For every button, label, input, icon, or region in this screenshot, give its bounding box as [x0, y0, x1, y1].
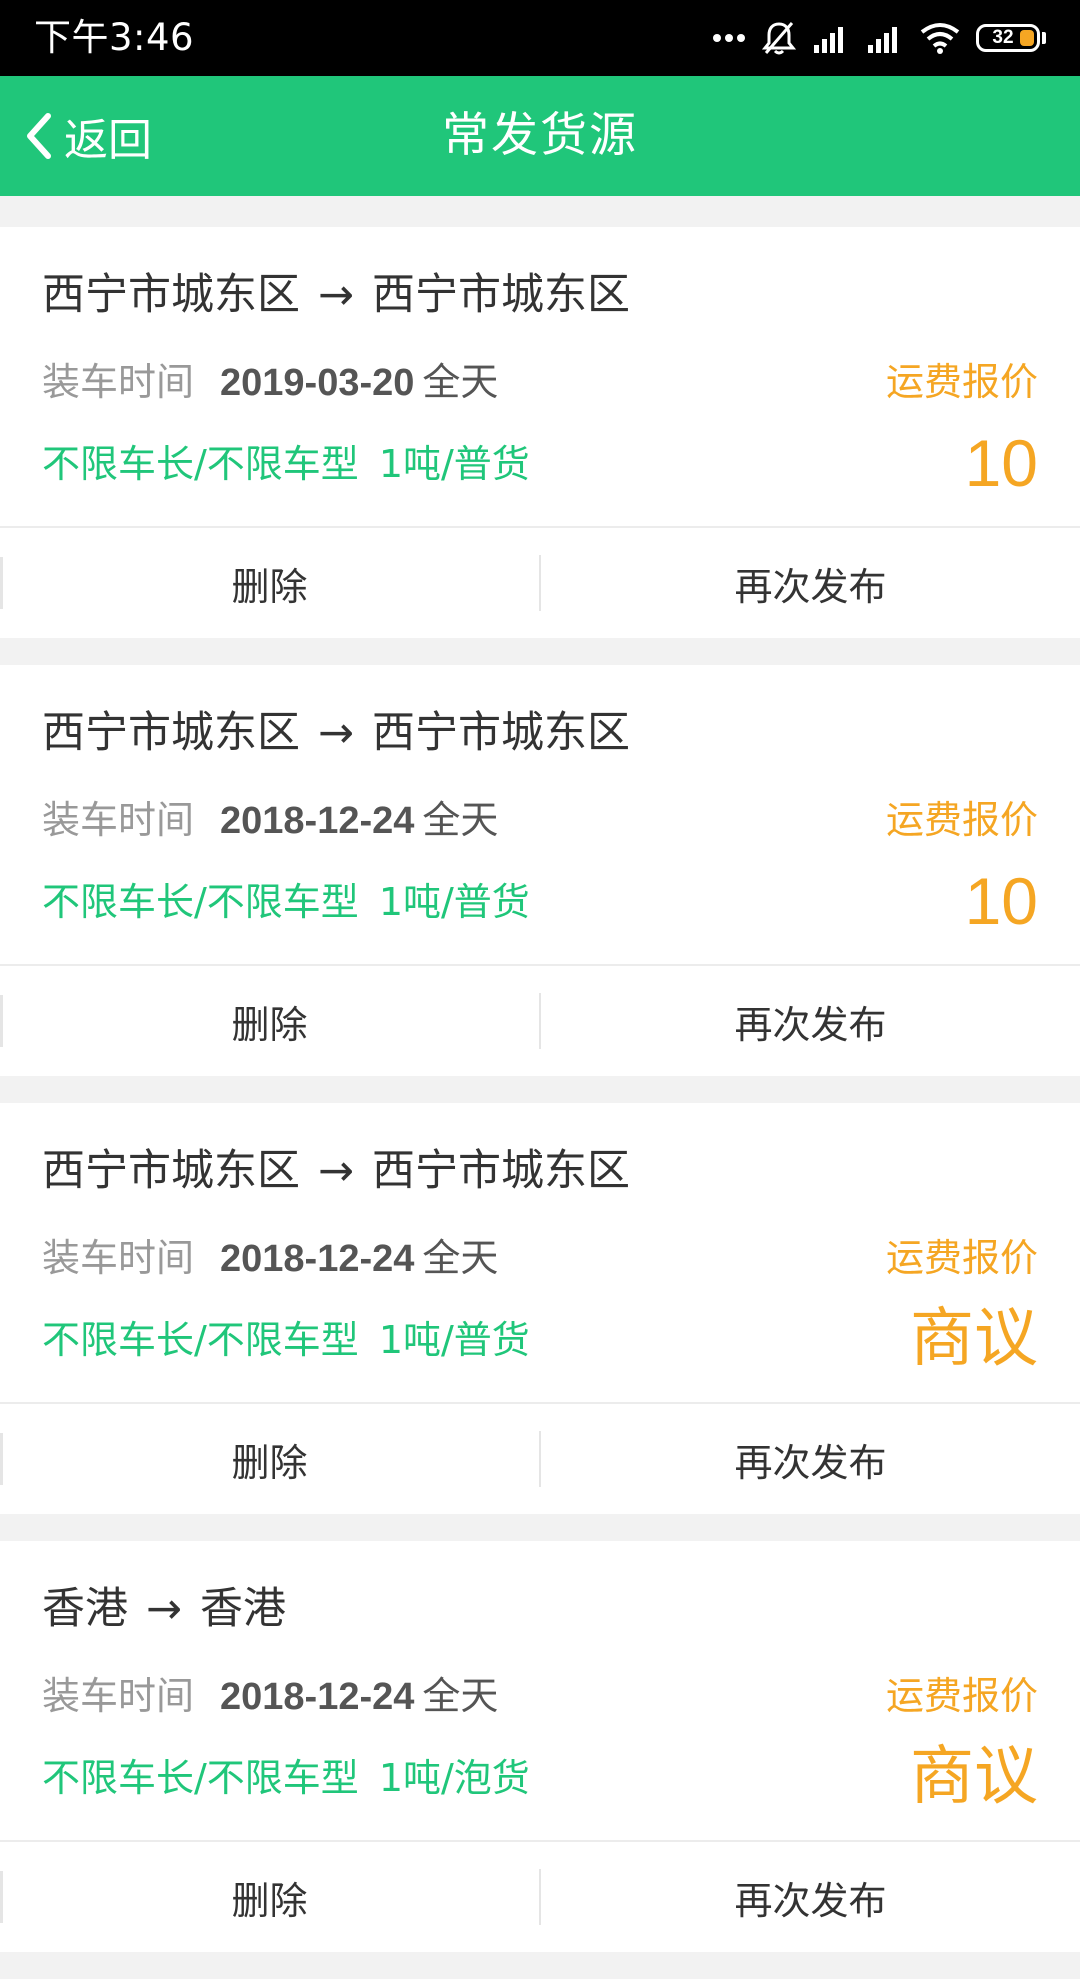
load-date: 2019-03-20 [220, 362, 415, 404]
load-period: 全天 [422, 1236, 499, 1280]
route-from: 香港 [42, 1584, 128, 1634]
cargo-card[interactable]: 香港 → 香港 装车时间 2018-12-24 全天 不限车长/不限车型 1吨/泡货 运费… [0, 1541, 1080, 1952]
battery-icon: 32 [976, 24, 1040, 52]
load-time-row: 装车时间 2018-12-24 全天 [42, 1671, 498, 1722]
route-to: 香港 [200, 1584, 287, 1634]
arrow-right-icon: → [318, 270, 355, 320]
republish-button[interactable]: 再次发布 [541, 1842, 1080, 1952]
route-to: 西宁市城东区 [372, 270, 631, 320]
price-label: 运费报价 [885, 1674, 1038, 1718]
card-actions: 删除 再次发布 [0, 1404, 1080, 1514]
load-time-label: 装车时间 [42, 798, 195, 842]
signal-icon [814, 27, 843, 53]
load-period: 全天 [422, 1674, 499, 1718]
load-time-row: 装车时间 2019-03-20 全天 [42, 357, 498, 408]
republish-button[interactable]: 再次发布 [541, 528, 1080, 638]
price-value: 10 [964, 426, 1038, 500]
route: 西宁市城东区 → 西宁市城东区 [42, 265, 630, 325]
vehicle-spec: 不限车长/不限车型 [42, 1318, 359, 1362]
back-label: 返回 [64, 115, 152, 166]
republish-button[interactable]: 再次发布 [541, 966, 1080, 1076]
load-time-label: 装车时间 [42, 360, 195, 404]
cargo-spec: 1吨/泡货 [378, 1756, 530, 1800]
arrow-right-icon: → [318, 1146, 355, 1196]
cargo-spec: 1吨/普货 [378, 1318, 530, 1362]
load-date: 2018-12-24 [220, 800, 415, 842]
cargo-spec: 1吨/普货 [378, 442, 530, 486]
spec-row: 不限车长/不限车型 1吨/普货 [42, 877, 530, 927]
status-time: 下午3:46 [34, 16, 195, 59]
route-from: 西宁市城东区 [42, 270, 300, 320]
cargo-card[interactable]: 西宁市城东区 → 西宁市城东区 装车时间 2018-12-24 全天 不限车长/不限车型… [0, 665, 1080, 1076]
card-actions: 删除 再次发布 [0, 1842, 1080, 1952]
status-bar: 下午3:46 32 [0, 0, 1080, 76]
price-label: 运费报价 [885, 1236, 1038, 1280]
vehicle-spec: 不限车长/不限车型 [42, 442, 359, 486]
spec-row: 不限车长/不限车型 1吨/普货 [42, 1315, 530, 1365]
cargo-list: 西宁市城东区 → 西宁市城东区 装车时间 2019-03-20 全天 不限车长/不限车型… [0, 227, 1080, 1979]
delete-button[interactable]: 删除 [0, 1842, 539, 1952]
load-date: 2018-12-24 [220, 1676, 415, 1718]
republish-button[interactable]: 再次发布 [541, 1404, 1080, 1514]
delete-button[interactable]: 删除 [0, 966, 539, 1076]
signal-icon-2 [868, 27, 897, 53]
cargo-spec: 1吨/普货 [378, 880, 530, 924]
price-label: 运费报价 [885, 798, 1038, 842]
route-from: 西宁市城东区 [42, 1146, 300, 1196]
load-time-label: 装车时间 [42, 1236, 195, 1280]
price-label: 运费报价 [885, 360, 1038, 404]
card-actions: 删除 再次发布 [0, 528, 1080, 638]
load-time-row: 装车时间 2018-12-24 全天 [42, 795, 498, 846]
arrow-right-icon: → [146, 1584, 183, 1634]
cargo-card[interactable]: 西宁市城东区 → 西宁市城东区 装车时间 2019-03-20 全天 不限车长/不限车型… [0, 227, 1080, 638]
price-value: 10 [964, 864, 1038, 938]
route-to: 西宁市城东区 [372, 1146, 631, 1196]
route: 西宁市城东区 → 西宁市城东区 [42, 1141, 630, 1201]
more-dots-icon [713, 34, 745, 42]
price-value: 商议 [910, 1302, 1038, 1376]
load-period: 全天 [422, 360, 499, 404]
cargo-card[interactable]: 西宁市城东区 → 西宁市城东区 装车时间 2018-12-24 全天 不限车长/不限车型… [0, 1103, 1080, 1514]
load-time-row: 装车时间 2018-12-24 全天 [42, 1233, 498, 1284]
route: 西宁市城东区 → 西宁市城东区 [42, 703, 630, 763]
route-to: 西宁市城东区 [372, 708, 631, 758]
back-button[interactable]: 返回 [20, 76, 152, 196]
status-icons: 32 [696, 18, 1046, 58]
page-title: 常发货源 [442, 108, 638, 163]
route-from: 西宁市城东区 [42, 708, 300, 758]
spec-row: 不限车长/不限车型 1吨/泡货 [42, 1753, 530, 1803]
battery-level: 32 [992, 27, 1014, 48]
load-date: 2018-12-24 [220, 1238, 415, 1280]
spec-row: 不限车长/不限车型 1吨/普货 [42, 439, 530, 489]
price-value: 商议 [910, 1740, 1038, 1814]
route: 香港 → 香港 [42, 1579, 286, 1639]
arrow-right-icon: → [318, 708, 355, 758]
chevron-left-icon [27, 113, 51, 159]
delete-button[interactable]: 删除 [0, 528, 539, 638]
mute-bell-icon [762, 22, 796, 55]
wifi-icon [920, 23, 960, 54]
card-actions: 删除 再次发布 [0, 966, 1080, 1076]
delete-button[interactable]: 删除 [0, 1404, 539, 1514]
vehicle-spec: 不限车长/不限车型 [42, 1756, 359, 1800]
load-time-label: 装车时间 [42, 1674, 195, 1718]
vehicle-spec: 不限车长/不限车型 [42, 880, 359, 924]
app-bar: 常发货源 返回 [0, 76, 1080, 196]
load-period: 全天 [422, 798, 499, 842]
